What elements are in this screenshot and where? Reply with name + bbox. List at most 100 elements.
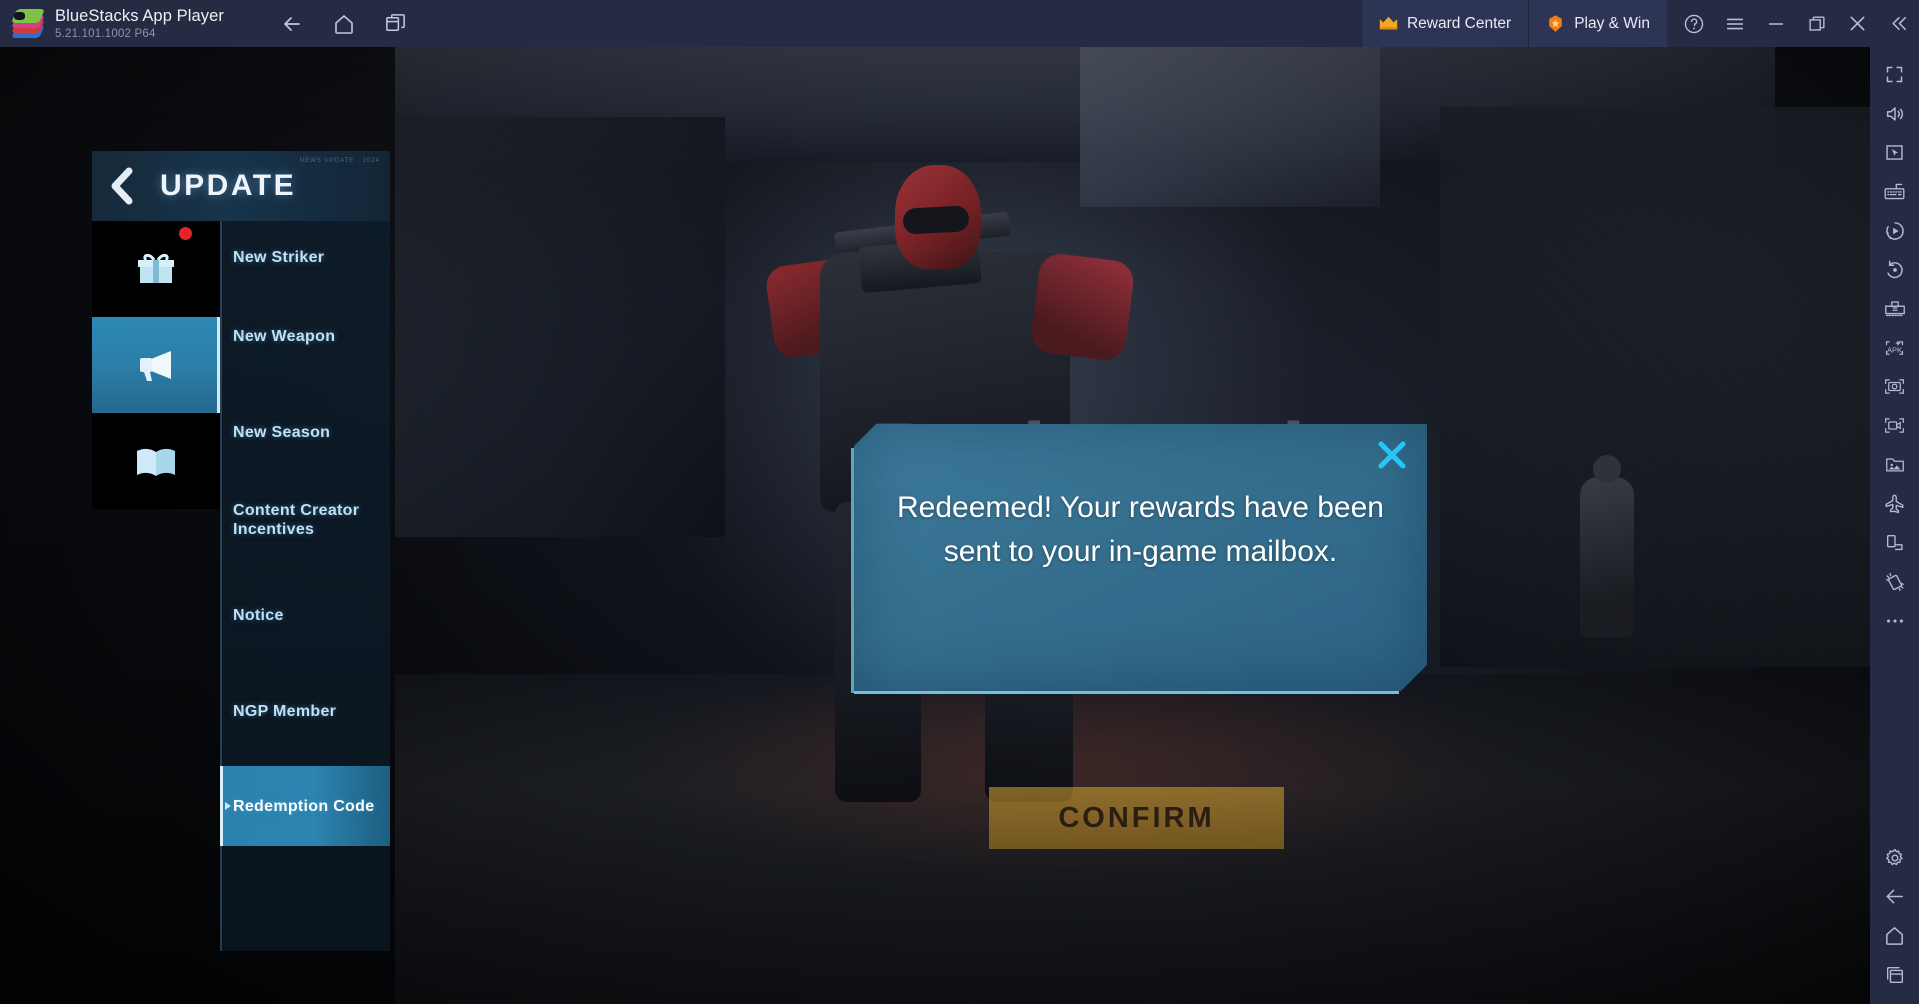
list-item-label: NGP Member — [233, 702, 337, 720]
maximize-button[interactable] — [1796, 0, 1837, 47]
ellipsis-icon — [1886, 618, 1903, 623]
apk-icon: APK — [1885, 340, 1904, 355]
minimize-button[interactable] — [1755, 0, 1796, 47]
list-item-ngp-member[interactable]: NGP Member — [220, 691, 390, 731]
chevron-double-left-icon — [1892, 16, 1906, 31]
dialog-close-button[interactable] — [1371, 434, 1413, 476]
star-badge-icon — [1549, 15, 1563, 32]
panel-title-decoration: NEWS UPDATE · 2024 — [299, 158, 380, 164]
caret-right-icon — [225, 802, 231, 810]
list-item-label: New Weapon — [233, 327, 336, 345]
fullscreen-icon — [1886, 66, 1903, 83]
play-and-win-button[interactable]: Play & Win — [1528, 0, 1667, 47]
help-button[interactable] — [1673, 0, 1714, 47]
list-item-new-season[interactable]: New Season — [220, 412, 390, 452]
chevron-left-icon — [111, 167, 133, 205]
list-item-redemption-code[interactable]: Redemption Code — [220, 766, 390, 846]
megaphone-icon — [140, 351, 171, 381]
sidebar-settings-button[interactable] — [1870, 838, 1919, 877]
keyboard-icon — [1884, 183, 1905, 200]
rotate-dot-icon — [1886, 260, 1903, 278]
svg-text:APK: APK — [1887, 345, 1902, 354]
close-button[interactable] — [1837, 0, 1878, 47]
window-controls — [1667, 0, 1919, 47]
panel-list-column: New Striker New Weapon New Season Conten… — [220, 221, 390, 951]
list-item-new-striker[interactable]: New Striker — [220, 237, 390, 277]
rail-item-gift[interactable] — [92, 221, 220, 317]
shake-icon — [1885, 572, 1904, 591]
list-item-label: Redemption Code — [233, 797, 375, 815]
rail-item-guide[interactable] — [92, 413, 220, 509]
gift-icon — [138, 253, 174, 283]
confirm-button[interactable]: CONFIRM — [989, 787, 1284, 849]
list-item-label: New Season — [233, 423, 331, 441]
camera-icon — [1885, 379, 1904, 394]
sidebar-install-apk-button[interactable]: APK — [1870, 328, 1919, 367]
arrow-left-icon — [1886, 889, 1903, 904]
sidebar-eco-mode-button[interactable] — [1870, 484, 1919, 523]
sidebar-volume-button[interactable] — [1870, 94, 1919, 133]
window-titlebar: BlueStacks App Player 5.21.101.1002 P64 — [0, 0, 1919, 47]
list-item-notice[interactable]: Notice — [220, 595, 390, 635]
reward-center-label: Reward Center — [1406, 14, 1512, 32]
folder-image-icon — [1885, 458, 1904, 472]
sidebar-keymapping-button[interactable] — [1870, 172, 1919, 211]
panel-back-button[interactable] — [92, 151, 152, 221]
panel-title: UPDATE — [160, 169, 297, 202]
menu-button[interactable] — [1714, 0, 1755, 47]
sidebar-multi-instance-manager-button[interactable] — [1870, 289, 1919, 328]
bluestacks-logo-icon — [11, 8, 45, 39]
list-item-label: New Striker — [233, 248, 325, 266]
windows-stack-icon — [386, 14, 405, 31]
titlebar-home-button[interactable] — [324, 7, 363, 41]
dialog-left-accent — [851, 448, 854, 693]
sidebar-rotate-screen-button[interactable] — [1870, 523, 1919, 562]
list-item-new-weapon[interactable]: New Weapon — [220, 316, 390, 356]
update-panel: UPDATE NEWS UPDATE · 2024 New Striker Ne… — [92, 151, 390, 951]
gear-icon — [1885, 848, 1903, 865]
minimize-icon — [1768, 22, 1783, 25]
book-icon — [137, 448, 175, 476]
sidebar-game-controls-button[interactable] — [1870, 133, 1919, 172]
list-item-content-creator-incentives[interactable]: Content Creator Incentives — [220, 491, 390, 549]
home-icon — [1886, 927, 1903, 945]
play-and-win-label: Play & Win — [1574, 14, 1650, 32]
redeem-success-dialog: Redeemed! Your rewards have been sent to… — [851, 424, 1427, 694]
titlebar-back-button[interactable] — [272, 7, 311, 41]
sidebar-macro-recorder-button[interactable] — [1870, 211, 1919, 250]
sidebar-screen-record-button[interactable] — [1870, 406, 1919, 445]
sidebar-screenshot-button[interactable] — [1870, 367, 1919, 406]
sidebar-more-button[interactable] — [1870, 601, 1919, 640]
sidebar-fullscreen-button[interactable] — [1870, 55, 1919, 94]
reward-center-button[interactable]: Reward Center — [1360, 0, 1529, 47]
sidebar-android-recents-button[interactable] — [1870, 955, 1919, 994]
titlebar-nav-group — [272, 7, 415, 41]
recents-icon — [1886, 966, 1903, 983]
crown-icon — [1379, 16, 1398, 30]
speaker-icon — [1886, 106, 1903, 121]
play-record-icon — [1885, 221, 1904, 240]
list-item-label: Notice — [233, 606, 284, 624]
rotate-screen-icon — [1886, 534, 1903, 551]
titlebar-right-group: Reward Center Play & Win — [1360, 0, 1919, 47]
hamburger-icon — [1726, 18, 1743, 29]
app-title: BlueStacks App Player — [55, 6, 225, 25]
sidebar-media-manager-button[interactable] — [1870, 445, 1919, 484]
notification-badge — [179, 227, 192, 240]
sidebar-android-back-button[interactable] — [1870, 877, 1919, 916]
airplane-icon — [1885, 494, 1904, 513]
rail-item-announcement[interactable] — [92, 317, 220, 413]
restore-icon — [1808, 15, 1825, 31]
question-circle-icon — [1684, 14, 1703, 33]
home-icon — [334, 14, 353, 34]
collapse-sidebar-button[interactable] — [1878, 0, 1919, 47]
close-x-icon — [1378, 441, 1406, 469]
sidebar-shake-button[interactable] — [1870, 562, 1919, 601]
titlebar-multi-instance-button[interactable] — [376, 7, 415, 41]
close-icon — [1850, 16, 1865, 31]
sidebar-operation-recorder-button[interactable] — [1870, 250, 1919, 289]
title-text-block: BlueStacks App Player 5.21.101.1002 P64 — [55, 7, 224, 41]
dialog-bottom-accent — [854, 691, 1399, 694]
sidebar-android-home-button[interactable] — [1870, 916, 1919, 955]
panel-icon-rail — [92, 221, 220, 951]
